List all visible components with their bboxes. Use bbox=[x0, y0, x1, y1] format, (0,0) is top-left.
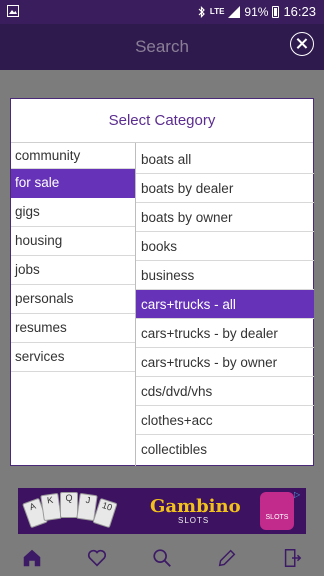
home-icon bbox=[24, 549, 41, 567]
category-item[interactable]: housing bbox=[11, 227, 135, 256]
adchoices-icon[interactable]: ▷ bbox=[294, 490, 304, 500]
subcategory-item[interactable]: boats by owner bbox=[136, 203, 314, 232]
card: Q bbox=[60, 492, 78, 518]
close-icon[interactable] bbox=[290, 32, 314, 56]
subcategory-item[interactable]: cars+trucks - by dealer bbox=[136, 319, 314, 348]
ad-banner[interactable]: A K Q J 10 Gambino SLOTS SLOTS ▷ bbox=[18, 488, 306, 534]
subcategory-item[interactable]: clothes+acc bbox=[136, 406, 314, 435]
playing-cards-image: A K Q J 10 bbox=[22, 492, 118, 534]
subcategory-item[interactable]: collectibles bbox=[136, 435, 314, 464]
nav-home[interactable] bbox=[18, 544, 46, 572]
nav-post[interactable] bbox=[213, 544, 241, 572]
page-title: Search bbox=[135, 37, 189, 56]
category-columns: community for sale gigs housing jobs personal… bbox=[11, 143, 314, 466]
subcategory-item[interactable]: boats by dealer bbox=[136, 174, 314, 203]
dialog-title: Select Category bbox=[11, 99, 313, 143]
clock: 16:23 bbox=[283, 4, 316, 19]
category-item[interactable]: jobs bbox=[11, 256, 135, 285]
ad-subtitle: SLOTS bbox=[178, 516, 210, 525]
network-type: LTE bbox=[209, 6, 225, 16]
category-item[interactable]: personals bbox=[11, 285, 135, 314]
subcategory-list[interactable]: boats all boats by dealer boats by owner bo… bbox=[135, 143, 314, 466]
subcategory-item[interactable]: books bbox=[136, 232, 314, 261]
bottom-nav bbox=[0, 540, 324, 576]
subcategory-item[interactable]: cars+trucks - by owner bbox=[136, 348, 314, 377]
select-category-dialog: Select Category community for sale gigs hou… bbox=[10, 98, 314, 466]
category-item[interactable]: community bbox=[11, 143, 135, 169]
category-item[interactable]: gigs bbox=[11, 198, 135, 227]
nav-exit[interactable] bbox=[278, 544, 306, 572]
heart-icon bbox=[88, 549, 107, 567]
category-item[interactable]: for sale bbox=[11, 169, 135, 198]
app-header: Search bbox=[0, 24, 324, 70]
ad-brand: Gambino bbox=[150, 496, 241, 517]
bluetooth-icon bbox=[198, 5, 205, 18]
nav-search[interactable] bbox=[148, 544, 176, 572]
exit-icon bbox=[284, 549, 301, 567]
battery-icon bbox=[272, 5, 280, 18]
gallery-icon bbox=[7, 5, 19, 17]
subcategory-item[interactable]: cars+trucks - all bbox=[136, 290, 314, 319]
nav-favorites[interactable] bbox=[83, 544, 111, 572]
search-icon bbox=[153, 549, 171, 567]
category-list: community for sale gigs housing jobs personal… bbox=[11, 143, 135, 372]
signal-icon bbox=[228, 5, 241, 18]
battery-percent: 91% bbox=[244, 4, 269, 19]
subcategory-item[interactable]: cds/dvd/vhs bbox=[136, 377, 314, 406]
status-bar: LTE 91% 16:23 bbox=[0, 0, 324, 24]
ad-app-icon: SLOTS bbox=[260, 492, 294, 530]
category-item[interactable]: services bbox=[11, 343, 135, 372]
subcategory-item[interactable]: boats all bbox=[136, 143, 314, 174]
category-item[interactable]: resumes bbox=[11, 314, 135, 343]
card: K bbox=[40, 492, 62, 522]
pencil-icon bbox=[218, 549, 236, 567]
subcategory-item[interactable]: business bbox=[136, 261, 314, 290]
